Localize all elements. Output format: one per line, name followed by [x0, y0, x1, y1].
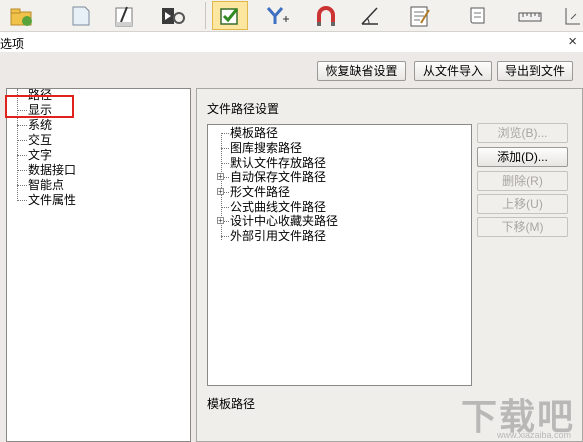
file-path-settings-label: 文件路径设置: [207, 102, 280, 116]
layer-settings-icon[interactable]: [155, 1, 191, 30]
import-from-file-button[interactable]: 从文件导入: [414, 61, 492, 81]
file-path-tree: 模板路径 图库搜索路径 默认文件存放路径 + 自动保存文件路径 + 形文件路径 公式…: [207, 124, 472, 386]
notes-edit-icon[interactable]: [402, 1, 438, 30]
move-up-button[interactable]: 上移(U): [477, 194, 568, 214]
checkbox-options-icon[interactable]: [212, 1, 248, 30]
options-category-tree: 路径 显示 系统 交互 文字 数据接口 智能点 文件属性: [6, 88, 191, 442]
watermark-url: www.xiazaiba.com: [496, 430, 571, 440]
ruler-icon[interactable]: [512, 1, 548, 30]
expand-icon[interactable]: +: [217, 188, 224, 196]
export-to-file-button[interactable]: 导出到文件: [497, 61, 573, 81]
new-document-icon[interactable]: [62, 1, 98, 30]
expand-icon[interactable]: +: [217, 173, 224, 181]
text-style-icon[interactable]: [107, 1, 143, 30]
folder-open-icon[interactable]: [4, 1, 40, 30]
close-icon[interactable]: ×: [568, 33, 577, 50]
expand-icon[interactable]: +: [217, 217, 224, 225]
snap-filter-icon[interactable]: [260, 1, 296, 30]
watermark: 下载吧 www.xiazaiba.com: [435, 388, 575, 440]
angle-tool-icon[interactable]: [352, 1, 388, 30]
selected-path-caption: 模板路径: [207, 397, 256, 411]
scroll-icon[interactable]: [460, 1, 496, 30]
main-toolbar: [0, 0, 583, 32]
dialog-title: 选项: [0, 37, 25, 51]
delete-button[interactable]: 删除(R): [477, 171, 568, 191]
browse-button[interactable]: 浏览(B)...: [477, 123, 568, 143]
add-button[interactable]: 添加(D)...: [477, 147, 568, 167]
dimension-icon[interactable]: [560, 1, 583, 30]
restore-defaults-button[interactable]: 恢复缺省设置: [317, 61, 406, 81]
move-down-button[interactable]: 下移(M): [477, 217, 568, 237]
dialog-title-bar: 选项 ×: [0, 32, 583, 52]
highlight-annotation: [5, 95, 74, 118]
magnet-icon[interactable]: [308, 1, 344, 30]
